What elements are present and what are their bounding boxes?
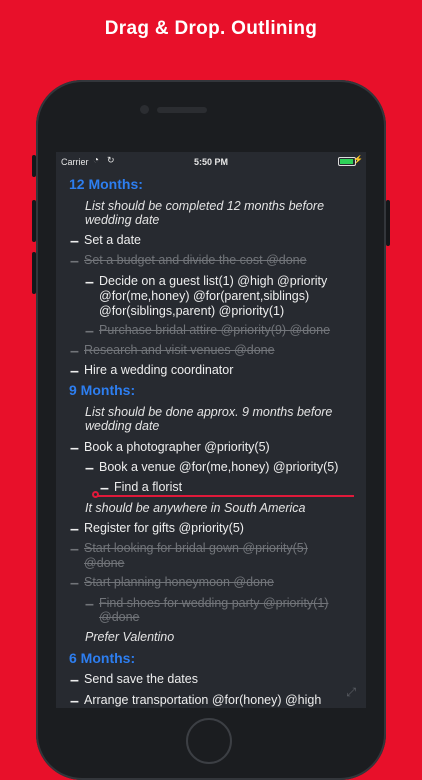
task-text: @for(siblings,parent) @priority(1): [99, 304, 285, 318]
home-button[interactable]: [186, 718, 232, 764]
status-bar: Carrier ◔ ↻ 5:50 PM ⚡: [56, 152, 366, 172]
bullet-dash: –: [70, 693, 79, 708]
task-item[interactable]: Decide on a guest list(1) @high @priorit…: [99, 274, 366, 289]
speaker-grille: [157, 107, 207, 113]
task-item[interactable]: Set a date: [84, 233, 366, 248]
app-screen: Carrier ◔ ↻ 5:50 PM ⚡ 12 Months: List sh…: [56, 152, 366, 708]
note-text: It should be anywhere in South America: [85, 501, 306, 515]
task-text: Send save the dates: [84, 672, 198, 686]
section-heading-9-months[interactable]: 9 Months:: [69, 383, 366, 398]
bullet-dash: –: [70, 363, 79, 380]
task-text: Decide on a guest list(1) @high @priorit…: [99, 274, 328, 288]
task-text: Hire a wedding coordinator: [84, 363, 234, 377]
bullet-dash: –: [70, 575, 79, 592]
note-text: Prefer Valentino: [85, 630, 175, 644]
note-item[interactable]: Prefer Valentino: [85, 630, 366, 645]
heading-text: 12 Months:: [69, 176, 143, 192]
bullet-dash: –: [70, 343, 79, 360]
task-text: Research and visit venues @done: [84, 343, 275, 357]
task-item-done[interactable]: Start planning honeymoon @done: [84, 575, 366, 590]
bullet-dash: –: [85, 460, 94, 477]
task-item-cont: @for(siblings,parent) @priority(1): [99, 304, 366, 319]
bullet-dash: –: [70, 233, 79, 250]
task-item-done[interactable]: Set a budget and divide the cost @done: [84, 253, 366, 268]
note-text: wedding date: [85, 419, 160, 433]
task-item-done[interactable]: Start looking for bridal gown @priority(…: [84, 541, 366, 556]
bullet-dash: –: [70, 672, 79, 689]
task-item-done[interactable]: Find shoes for wedding party @priority(1…: [99, 596, 366, 611]
volume-down-button: [32, 252, 36, 294]
bullet-dash: –: [70, 440, 79, 457]
note-item-cont: wedding date: [85, 419, 366, 434]
task-text: Start looking for bridal gown @priority(…: [84, 541, 308, 555]
heading-text: 9 Months:: [69, 382, 136, 398]
note-item[interactable]: List should be completed 12 months befor…: [85, 199, 366, 214]
status-time: 5:50 PM: [193, 157, 228, 167]
expand-icon[interactable]: ⤢: [346, 685, 356, 700]
task-item[interactable]: Register for gifts @priority(5): [84, 521, 366, 536]
note-text: wedding date: [85, 213, 160, 227]
note-text: List should be completed 12 months befor…: [85, 199, 325, 213]
task-text: Purchase bridal attire @priority(9) @don…: [99, 323, 331, 337]
mute-switch: [32, 155, 36, 177]
section-heading-6-months[interactable]: 6 Months:: [69, 651, 366, 666]
task-text: Set a budget and divide the cost @done: [84, 253, 307, 267]
task-text: Arrange transportation @for(honey) @high: [84, 693, 322, 707]
note-item-cont: wedding date: [85, 213, 366, 228]
drop-indicator-handle[interactable]: [92, 491, 99, 498]
task-text: @for(me,honey) @for(parent,siblings): [99, 289, 310, 303]
bullet-dash: –: [70, 253, 79, 270]
bullet-dash: –: [85, 596, 94, 613]
heading-text: 6 Months:: [69, 650, 136, 666]
task-item[interactable]: Book a venue @for(me,honey) @priority(5): [99, 460, 366, 475]
task-item-cont: @for(me,honey) @for(parent,siblings): [99, 289, 366, 304]
task-text: Find a florist: [114, 480, 183, 494]
task-text: Start planning honeymoon @done: [84, 575, 274, 589]
task-item-done-cont: @done: [99, 610, 366, 625]
task-text: Register for gifts @priority(5): [84, 521, 244, 535]
bullet-dash: –: [85, 323, 94, 340]
task-text: Set a date: [84, 233, 141, 247]
task-item[interactable]: Arrange transportation @for(honey) @high: [84, 693, 366, 708]
task-item[interactable]: Book a photographer @priority(5): [84, 440, 366, 455]
bullet-dash: –: [70, 541, 79, 558]
task-item[interactable]: Hire a wedding coordinator: [84, 363, 366, 378]
note-item[interactable]: It should be anywhere in South America: [85, 501, 366, 516]
promo-headline: Drag & Drop. Outlining: [104, 18, 318, 39]
front-camera: [140, 105, 149, 114]
bullet-dash: –: [70, 521, 79, 538]
task-text: @done: [84, 556, 125, 570]
task-item[interactable]: Send save the dates: [84, 672, 366, 687]
charging-bolt-icon: ⚡: [353, 155, 363, 164]
task-text: Book a venue @for(me,honey) @priority(5): [99, 460, 339, 474]
task-text: @done: [99, 610, 140, 624]
note-item[interactable]: List should be done approx. 9 months bef…: [85, 405, 366, 420]
drop-indicator-line: [96, 495, 354, 497]
power-button: [386, 200, 390, 246]
task-text: Find shoes for wedding party @priority(1…: [99, 596, 329, 610]
volume-up-button: [32, 200, 36, 242]
task-item-dragging[interactable]: Find a florist: [114, 480, 366, 495]
task-item-done[interactable]: Research and visit venues @done: [84, 343, 366, 358]
task-item-done[interactable]: Purchase bridal attire @priority(9) @don…: [99, 323, 366, 338]
section-heading-12-months[interactable]: 12 Months:: [69, 177, 366, 192]
task-text: Book a photographer @priority(5): [84, 440, 270, 454]
note-text: List should be done approx. 9 months bef…: [85, 405, 333, 419]
task-item-done-cont: @done: [84, 556, 366, 571]
bullet-dash: –: [85, 274, 94, 291]
